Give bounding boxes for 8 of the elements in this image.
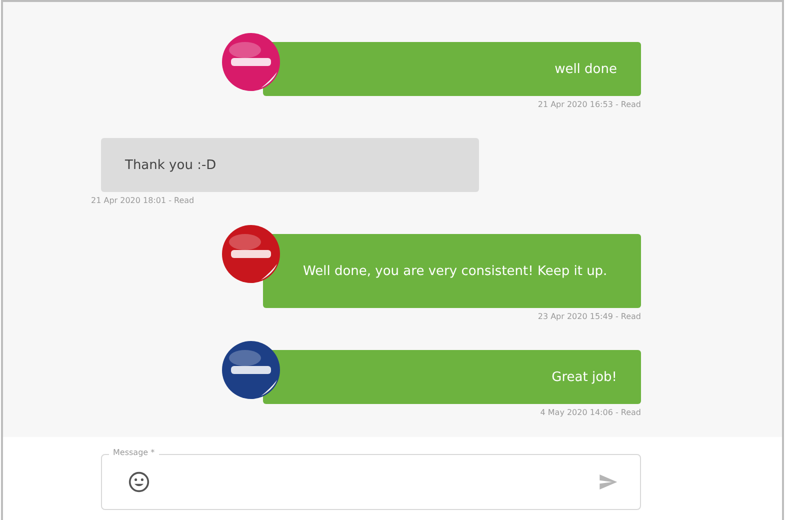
emoji-icon[interactable] (128, 471, 150, 493)
message-timestamp: 23 Apr 2020 15:49 - Read (538, 311, 641, 322)
message-bubble: Thank you :-D (101, 138, 479, 192)
message-timestamp: 21 Apr 2020 16:53 - Read (538, 99, 641, 110)
field-label: Message * (109, 448, 159, 457)
send-icon[interactable] (598, 472, 618, 492)
message-timestamp: 4 May 2020 14:06 - Read (540, 407, 641, 418)
message-timestamp: 21 Apr 2020 18:01 - Read (91, 195, 196, 206)
